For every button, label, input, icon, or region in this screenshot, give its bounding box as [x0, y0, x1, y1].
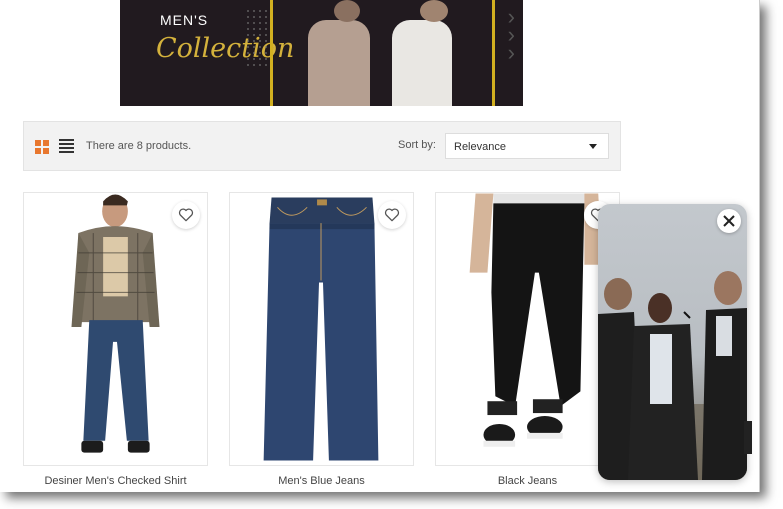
heart-outline-icon [384, 208, 400, 222]
chevron-pattern-icon: › › › [507, 4, 515, 65]
side-scroll-tab[interactable] [744, 421, 752, 454]
sort-selected-value: Relevance [454, 141, 506, 153]
banner-title: MEN'S [160, 12, 209, 28]
collection-banner[interactable]: MEN'S Collection › › › [120, 0, 523, 106]
list-view-icon[interactable] [59, 139, 74, 153]
popup-video-frame [598, 271, 747, 480]
close-icon [723, 215, 735, 227]
product-name[interactable]: Men's Blue Jeans [229, 475, 414, 487]
product-card[interactable] [229, 192, 414, 466]
wishlist-button[interactable] [172, 201, 200, 229]
banner-gold-bar [270, 0, 273, 106]
product-image [24, 193, 207, 465]
product-count: There are 8 products. [86, 140, 192, 152]
product-name[interactable]: Black Jeans [435, 475, 620, 487]
product-image [230, 193, 413, 465]
banner-model-photo [420, 0, 448, 22]
banner-model-photo [334, 0, 360, 22]
close-popup-button[interactable] [717, 209, 741, 233]
product-image [436, 193, 619, 465]
sort-dropdown[interactable]: Relevance [445, 133, 609, 159]
banner-model-photo [308, 20, 370, 106]
sort-label: Sort by: [398, 139, 436, 151]
banner-gold-bar [492, 0, 495, 106]
caret-down-icon [589, 144, 597, 149]
product-card[interactable] [23, 192, 208, 466]
product-name[interactable]: Desiner Men's Checked Shirt [23, 475, 208, 487]
product-list-toolbar: There are 8 products. Sort by: Relevance [23, 121, 621, 171]
page: MEN'S Collection › › › There are 8 product… [0, 0, 760, 492]
product-card[interactable] [435, 192, 620, 466]
grid-view-icon[interactable] [35, 140, 49, 154]
banner-model-photo [392, 20, 452, 106]
heart-outline-icon [178, 208, 194, 222]
video-popup[interactable] [598, 204, 747, 480]
wishlist-button[interactable] [378, 201, 406, 229]
